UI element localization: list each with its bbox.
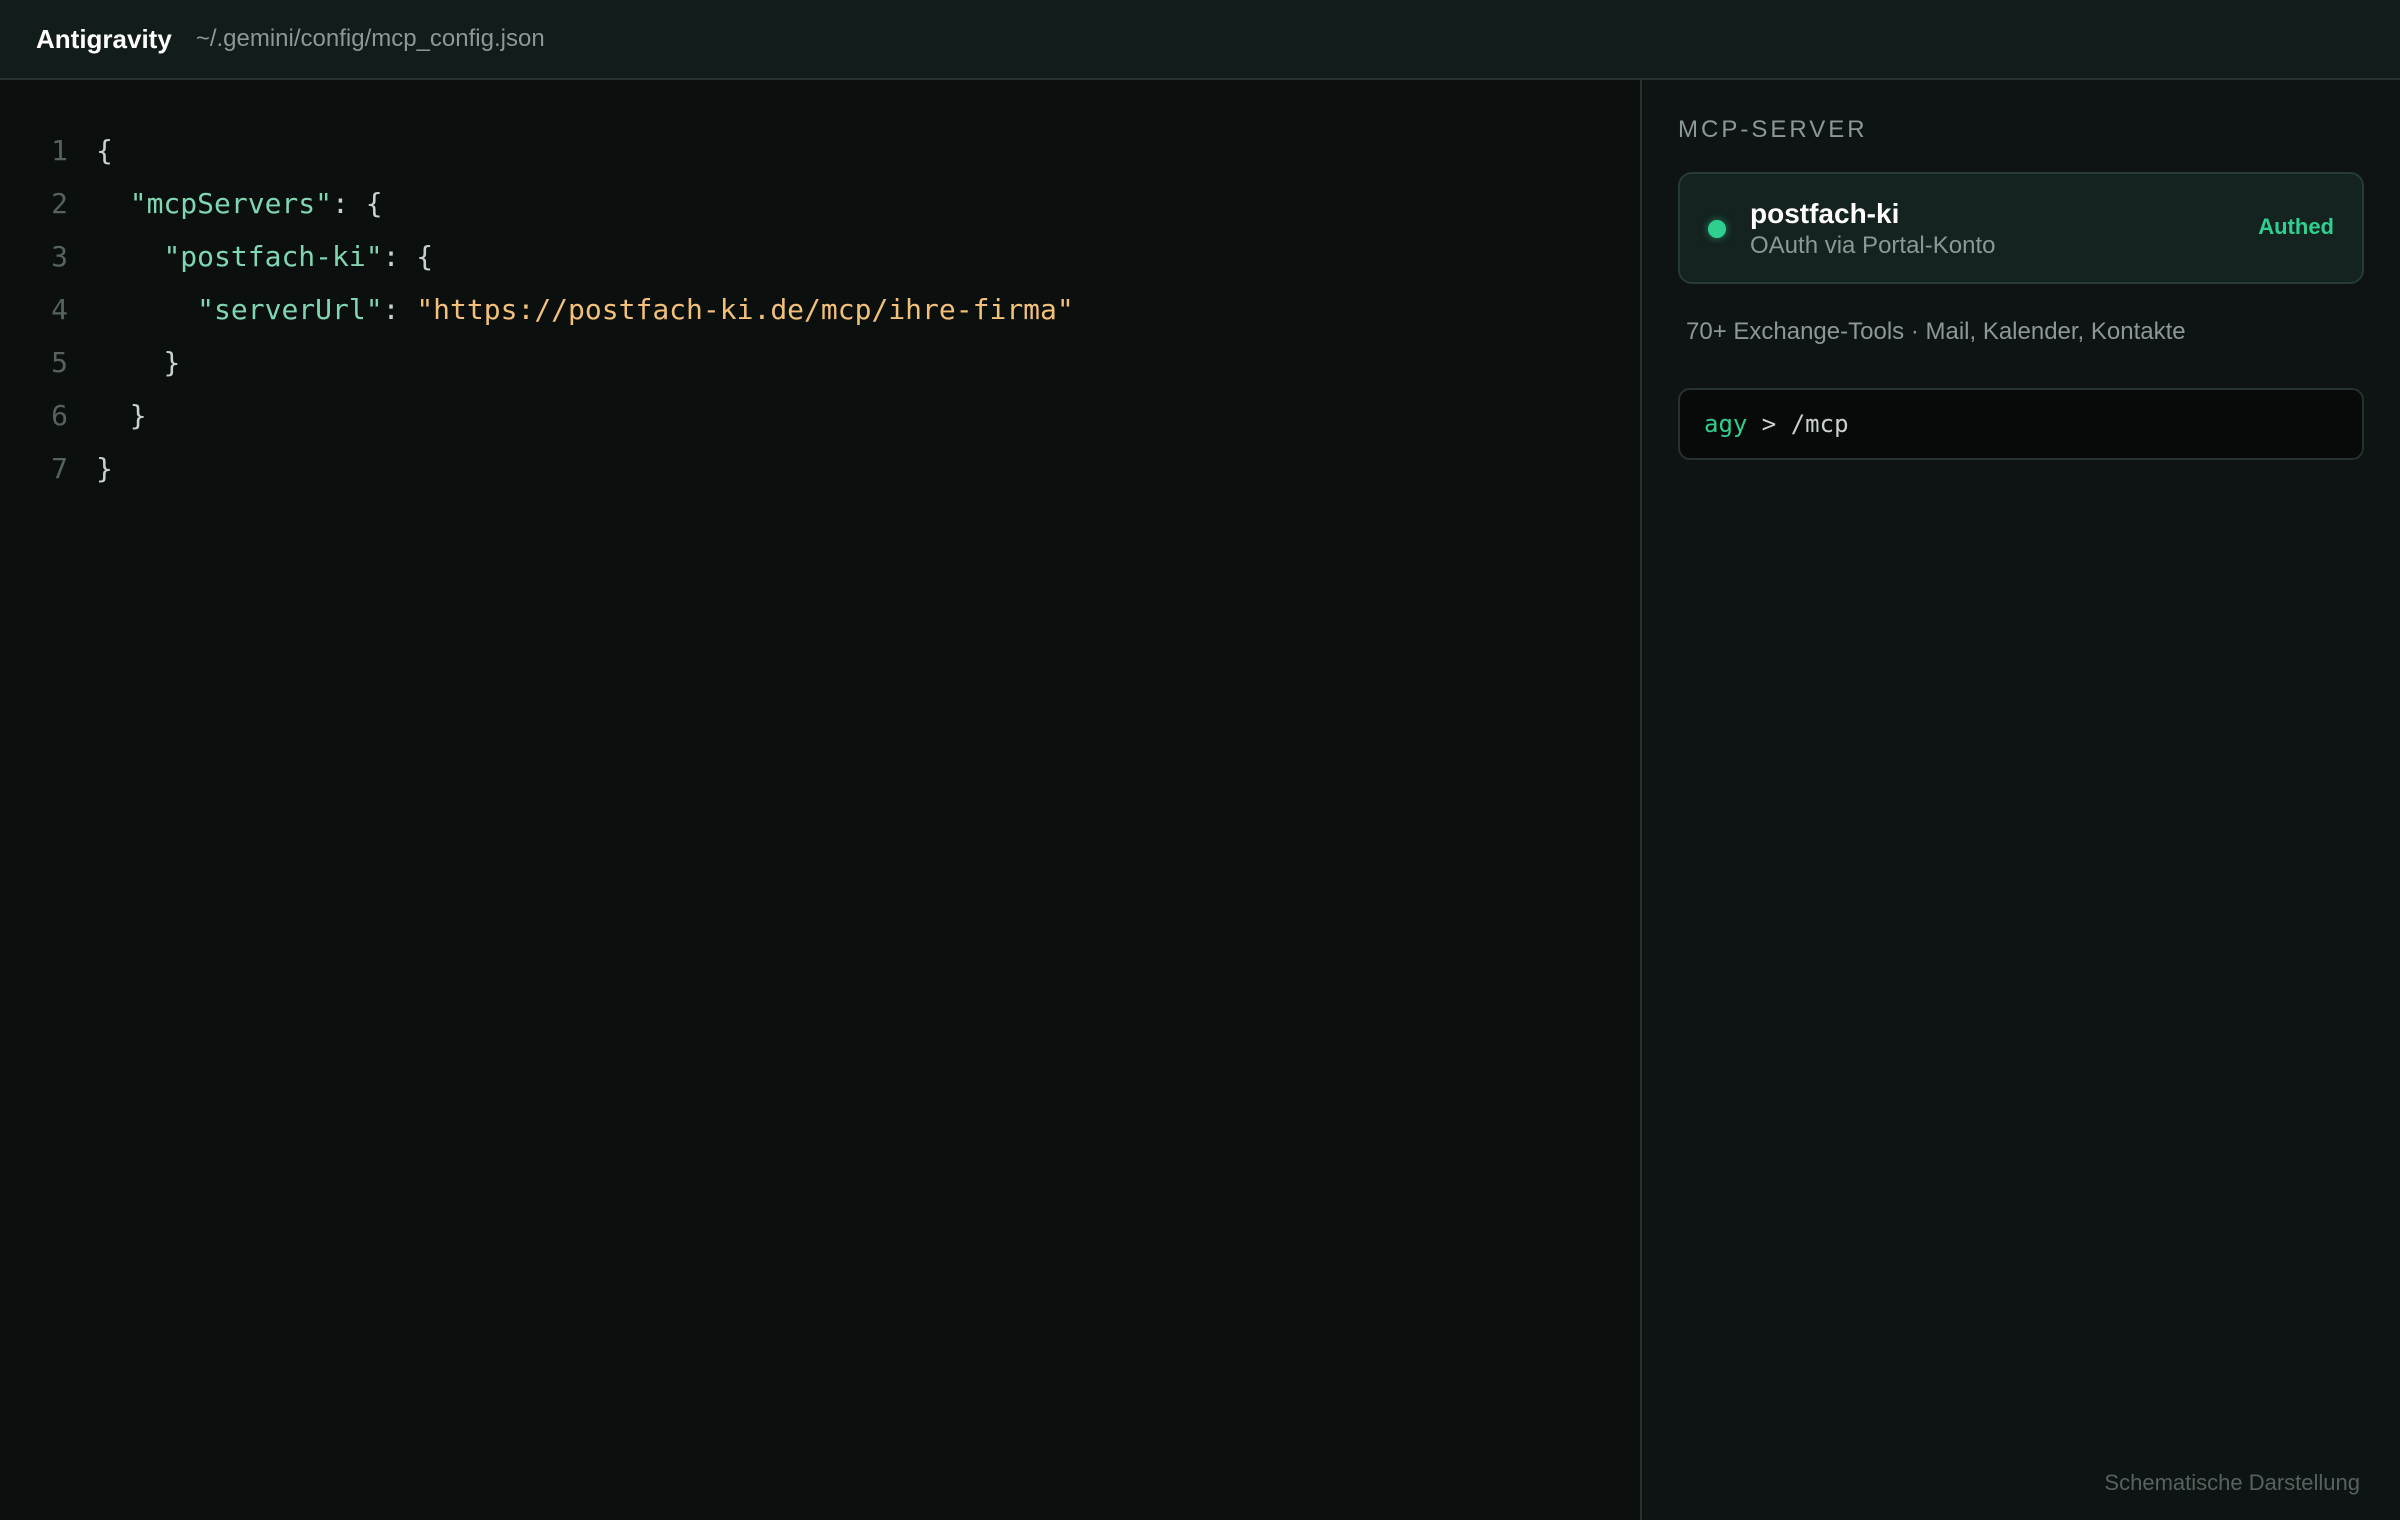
json-punctuation: : {	[332, 187, 383, 220]
code-line[interactable]: 2 "mcpServers": {	[0, 177, 1640, 230]
terminal-separator: >	[1747, 410, 1791, 438]
code-line[interactable]: 6 }	[0, 389, 1640, 442]
json-string-value: "https://postfach-ki.de/mcp/ihre-firma"	[416, 293, 1074, 326]
line-number: 4	[51, 293, 68, 326]
terminal-input[interactable]: agy > /mcp	[1678, 388, 2364, 460]
json-punctuation: }	[129, 399, 147, 432]
line-code: "postfach-ki": {	[96, 240, 433, 273]
line-number: 7	[51, 452, 68, 485]
line-number: 2	[51, 187, 68, 220]
footnote: Schematische Darstellung	[2104, 1470, 2360, 1495]
line-number: 6	[51, 399, 68, 432]
json-punctuation: : {	[382, 240, 434, 273]
app-title: Antigravity	[36, 23, 172, 54]
panel-heading: MCP-SERVER	[1678, 116, 1868, 143]
json-key: "mcpServers"	[129, 187, 333, 220]
json-punctuation: }	[163, 346, 181, 379]
json-key: "serverUrl"	[197, 293, 383, 326]
line-code: }	[96, 346, 180, 379]
json-punctuation: }	[96, 452, 113, 485]
line-code: "mcpServers": {	[96, 187, 383, 220]
mcp-server-panel: MCP-SERVER postfach-ki OAuth via Portal-…	[1642, 80, 2400, 1520]
server-name: postfach-ki	[1750, 198, 1900, 229]
line-code: }	[96, 452, 113, 485]
terminal-command: /mcp	[1790, 410, 1849, 438]
terminal-prompt: agy	[1704, 410, 1748, 438]
line-number: 5	[51, 346, 68, 379]
line-code: "serverUrl": "https://postfach-ki.de/mcp…	[96, 293, 1074, 326]
status-dot-icon	[1708, 220, 1726, 238]
code-line[interactable]: 4 "serverUrl": "https://postfach-ki.de/m…	[0, 283, 1640, 336]
tools-description: 70+ Exchange-Tools · Mail, Kalender, Kon…	[1686, 318, 2186, 345]
line-number: 1	[51, 134, 68, 167]
line-number: 3	[51, 240, 68, 273]
code-line[interactable]: 1{	[0, 124, 1640, 177]
json-punctuation: {	[96, 134, 113, 167]
line-code: {	[96, 134, 113, 167]
status-badge: Authed	[2258, 214, 2334, 239]
line-code: }	[96, 399, 147, 432]
code-line[interactable]: 3 "postfach-ki": {	[0, 230, 1640, 283]
file-path: ~/.gemini/config/mcp_config.json	[195, 25, 545, 52]
code-editor[interactable]: 1{2 "mcpServers": {3 "postfach-ki": {4 "…	[0, 80, 1640, 1520]
server-auth-method: OAuth via Portal-Konto	[1750, 232, 1996, 259]
json-key: "postfach-ki"	[163, 240, 383, 273]
server-card[interactable]: postfach-ki OAuth via Portal-Konto Authe…	[1678, 172, 2364, 284]
json-punctuation: :	[382, 293, 417, 326]
code-line[interactable]: 7}	[0, 442, 1640, 495]
code-line[interactable]: 5 }	[0, 336, 1640, 389]
title-bar: Antigravity ~/.gemini/config/mcp_config.…	[0, 0, 2400, 80]
